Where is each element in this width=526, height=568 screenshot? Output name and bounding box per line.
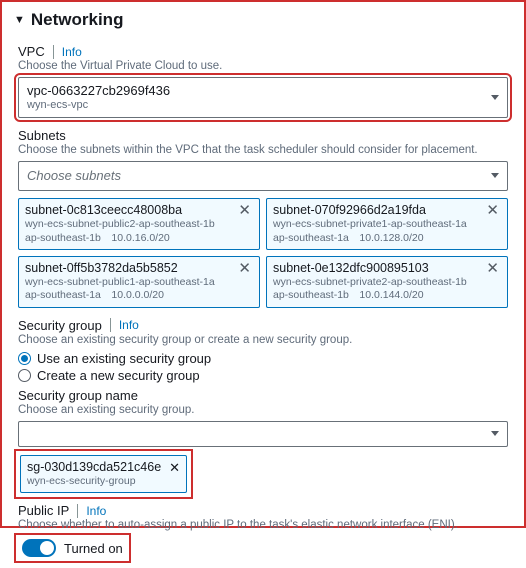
public-ip-field: Public IP Info Choose whether to auto-as…: [18, 503, 508, 560]
security-group-field: Security group Info Choose an existing s…: [18, 318, 508, 496]
sg-chip-desc: wyn-ecs-security-group: [27, 475, 161, 488]
networking-panel: ▼ Networking VPC Info Choose the Virtual…: [0, 0, 526, 528]
close-icon[interactable]: ✕: [484, 261, 501, 276]
chevron-down-icon: [491, 173, 499, 178]
public-ip-toggle[interactable]: [22, 539, 56, 557]
vpc-label: VPC: [18, 44, 45, 59]
sg-radio-existing[interactable]: Use an existing security group: [18, 350, 508, 367]
sg-radio-new[interactable]: Create a new security group: [18, 367, 508, 384]
sg-radio-group: Use an existing security group Create a …: [18, 350, 508, 384]
chevron-down-icon: [491, 431, 499, 436]
close-icon[interactable]: ✕: [484, 203, 501, 218]
sg-chip-highlight: sg-030d139cda521c46e wyn-ecs-security-gr…: [18, 453, 189, 496]
subnet-id: subnet-070f92966d2a19fda: [273, 203, 467, 219]
vpc-value: vpc-0663227cb2969f436: [27, 83, 170, 99]
subnet-chip: subnet-0ff5b3782da5b5852wyn-ecs-subnet-p…: [18, 256, 260, 308]
section-header[interactable]: ▼ Networking: [2, 2, 524, 34]
vpc-info-link[interactable]: Info: [62, 45, 82, 59]
subnet-chip: subnet-070f92966d2a19fdawyn-ecs-subnet-p…: [266, 198, 508, 250]
sg-chip: sg-030d139cda521c46e wyn-ecs-security-gr…: [20, 455, 187, 494]
subnet-id: subnet-0ff5b3782da5b5852: [25, 261, 215, 277]
sg-name-label: Security group name: [18, 388, 138, 403]
subnets-placeholder: Choose subnets: [27, 168, 121, 183]
radio-checked-icon: [18, 352, 31, 365]
subnet-chip: subnet-0e132dfc900895103wyn-ecs-subnet-p…: [266, 256, 508, 308]
subnet-desc: wyn-ecs-subnet-public2-ap-southeast-1b: [25, 218, 215, 231]
radio-unchecked-icon: [18, 369, 31, 382]
subnets-label: Subnets: [18, 128, 66, 143]
subnet-id: subnet-0c813ceecc48008ba: [25, 203, 215, 219]
subnets-hint: Choose the subnets within the VPC that t…: [18, 144, 508, 156]
vpc-select[interactable]: vpc-0663227cb2969f436 wyn-ecs-vpc: [18, 77, 508, 118]
divider: [53, 45, 54, 59]
subnet-az-cidr: ap-southeast-1a 10.0.0.0/20: [25, 289, 215, 302]
sg-radio-existing-label: Use an existing security group: [37, 351, 211, 366]
close-icon[interactable]: ✕: [169, 460, 180, 476]
section-content: VPC Info Choose the Virtual Private Clou…: [2, 34, 524, 568]
vpc-field: VPC Info Choose the Virtual Private Clou…: [18, 44, 508, 118]
chevron-down-icon: [491, 95, 499, 100]
sg-info-link[interactable]: Info: [119, 318, 139, 332]
public-ip-toggle-row: Turned on: [18, 537, 127, 559]
vpc-hint: Choose the Virtual Private Cloud to use.: [18, 60, 508, 72]
vpc-sub: wyn-ecs-vpc: [27, 99, 170, 112]
section-title: Networking: [31, 10, 124, 30]
public-ip-label: Public IP: [18, 503, 69, 518]
caret-down-icon: ▼: [14, 14, 25, 26]
sg-radio-new-label: Create a new security group: [37, 368, 200, 383]
subnet-desc: wyn-ecs-subnet-private1-ap-southeast-1a: [273, 218, 467, 231]
public-ip-state: Turned on: [64, 541, 123, 556]
subnet-az-cidr: ap-southeast-1a 10.0.128.0/20: [273, 232, 467, 245]
sg-chip-id: sg-030d139cda521c46e: [27, 460, 161, 476]
subnet-id: subnet-0e132dfc900895103: [273, 261, 467, 277]
subnet-desc: wyn-ecs-subnet-private2-ap-southeast-1b: [273, 276, 467, 289]
sg-label: Security group: [18, 318, 102, 333]
subnet-az-cidr: ap-southeast-1b 10.0.16.0/20: [25, 232, 215, 245]
public-ip-info-link[interactable]: Info: [86, 504, 106, 518]
sg-name-select[interactable]: [18, 421, 508, 447]
subnets-select[interactable]: Choose subnets: [18, 161, 508, 191]
subnet-desc: wyn-ecs-subnet-public1-ap-southeast-1a: [25, 276, 215, 289]
close-icon[interactable]: ✕: [236, 261, 253, 276]
subnet-chips: subnet-0c813ceecc48008bawyn-ecs-subnet-p…: [18, 198, 508, 308]
sg-name-hint: Choose an existing security group.: [18, 404, 508, 416]
divider: [110, 318, 111, 332]
divider: [77, 504, 78, 518]
public-ip-hint: Choose whether to auto-assign a public I…: [18, 519, 508, 531]
subnets-field: Subnets Choose the subnets within the VP…: [18, 128, 508, 308]
subnet-chip: subnet-0c813ceecc48008bawyn-ecs-subnet-p…: [18, 198, 260, 250]
sg-hint: Choose an existing security group or cre…: [18, 334, 508, 346]
subnet-az-cidr: ap-southeast-1b 10.0.144.0/20: [273, 289, 467, 302]
close-icon[interactable]: ✕: [236, 203, 253, 218]
